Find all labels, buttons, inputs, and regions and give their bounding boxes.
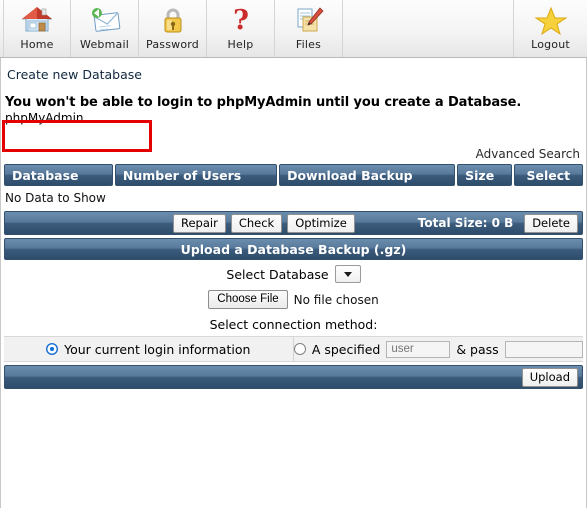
option-specified-label: A specified xyxy=(311,341,381,357)
and-pass-label: & pass xyxy=(456,341,499,357)
column-header-download-backup[interactable]: Download Backup xyxy=(279,164,456,186)
create-new-database-link[interactable]: Create new Database xyxy=(7,67,142,82)
option-specified-login[interactable]: A specified & pass xyxy=(293,337,584,361)
documents-pencil-icon xyxy=(292,3,326,37)
file-upload-row: Choose File No file chosen xyxy=(1,284,586,311)
breadcrumb: Create new Database xyxy=(1,58,586,86)
delete-button-wrapper: Delete xyxy=(524,213,578,233)
toolbar-item-label: Logout xyxy=(531,38,570,51)
toolbar-item-label: Home xyxy=(20,38,54,51)
toolbar-item-label: Help xyxy=(227,38,254,51)
toolbar-item-password[interactable]: Password xyxy=(139,0,207,57)
table-action-bar: Repair Check Optimize Total Size: 0 B De… xyxy=(4,211,583,235)
column-header-select[interactable]: Select xyxy=(513,164,583,186)
svg-text:?: ? xyxy=(233,5,249,36)
toolbar-item-files[interactable]: Files xyxy=(275,0,343,57)
chevron-down-icon xyxy=(343,271,352,277)
password-input[interactable] xyxy=(504,340,583,358)
radio-current-login[interactable] xyxy=(46,343,59,355)
phpmyadmin-link[interactable]: phpMyAdmin xyxy=(1,110,586,125)
option-current-login-label: Your current login information xyxy=(64,341,251,357)
top-toolbar: Home Webmail Password ? Help Files Logou… xyxy=(0,0,587,58)
upload-action-bar: Upload xyxy=(4,365,583,389)
page-content: Create new Database You won't be able to… xyxy=(0,58,587,508)
column-header-size[interactable]: Size xyxy=(457,164,512,186)
table-empty-message: No Data to Show xyxy=(1,186,586,209)
database-table-header: Database Number of Users Download Backup… xyxy=(1,164,586,186)
star-icon xyxy=(533,3,568,37)
toolbar-item-help[interactable]: ? Help xyxy=(207,0,275,57)
upload-section-title: Upload a Database Backup (.gz) xyxy=(4,238,583,260)
connection-method-options: Your current login information A specifi… xyxy=(4,336,583,362)
column-header-database[interactable]: Database xyxy=(4,164,113,186)
question-mark-icon: ? xyxy=(224,3,258,37)
envelope-icon xyxy=(88,3,122,37)
check-button[interactable]: Check xyxy=(230,213,283,233)
page-tail-spacer xyxy=(1,389,586,479)
repair-button[interactable]: Repair xyxy=(173,213,226,233)
action-button-group: Repair Check Optimize xyxy=(173,213,355,233)
user-input[interactable] xyxy=(386,340,451,358)
padlock-icon xyxy=(156,3,190,37)
warning-message: You won't be able to login to phpMyAdmin… xyxy=(5,95,522,110)
option-current-login[interactable]: Your current login information xyxy=(4,337,294,361)
toolbar-item-label: Password xyxy=(146,38,199,51)
toolbar-item-logout[interactable]: Logout xyxy=(513,0,587,57)
select-database-row: Select Database xyxy=(1,260,586,284)
toolbar-item-home[interactable]: Home xyxy=(3,0,71,57)
radio-specified-login[interactable] xyxy=(293,343,306,355)
upload-button[interactable]: Upload xyxy=(521,367,578,387)
optimize-button[interactable]: Optimize xyxy=(287,213,355,233)
toolbar-item-label: Webmail xyxy=(80,38,129,51)
connection-method-label: Select connection method: xyxy=(209,317,378,332)
toolbar-item-webmail[interactable]: Webmail xyxy=(71,0,139,57)
toolbar-item-label: Files xyxy=(295,38,322,51)
advanced-search-link[interactable]: Advanced Search xyxy=(476,147,580,161)
total-size-label: Total Size: 0 B xyxy=(417,216,514,230)
delete-button[interactable]: Delete xyxy=(524,213,578,233)
house-icon xyxy=(20,3,54,37)
column-header-number-of-users[interactable]: Number of Users xyxy=(114,164,278,186)
select-database-label: Select Database xyxy=(226,266,329,282)
choose-file-button[interactable]: Choose File xyxy=(208,290,288,309)
advanced-search-row: Advanced Search xyxy=(1,125,586,164)
select-database-dropdown[interactable] xyxy=(334,265,361,283)
file-status-label: No file chosen xyxy=(293,292,379,307)
